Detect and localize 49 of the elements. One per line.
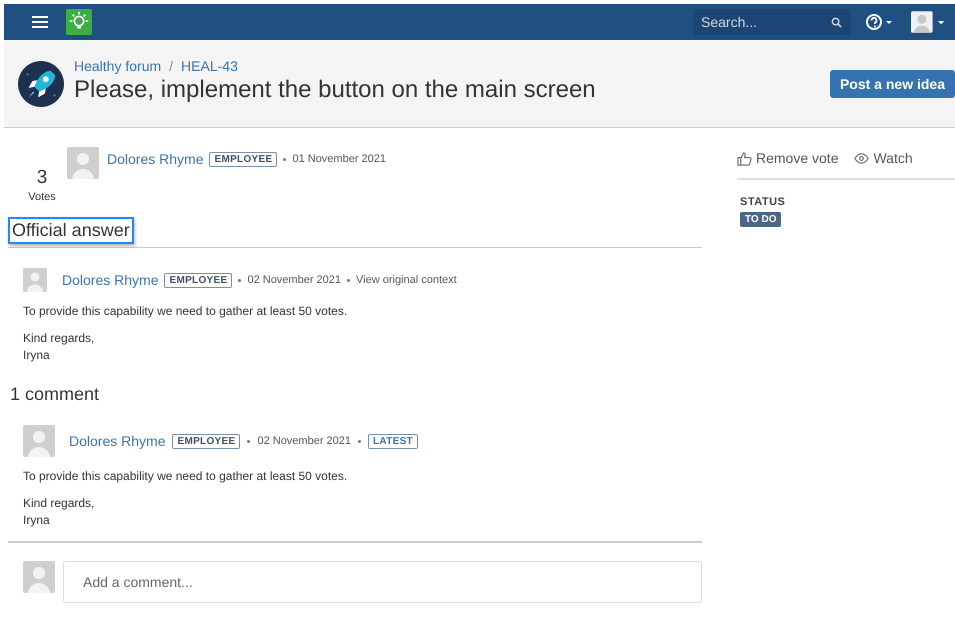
vote-count: 3 xyxy=(36,167,48,189)
comment-text: To provide this capability we need to gather at least 50 votes. xyxy=(23,468,348,485)
author-link[interactable]: Dolores Rhyme xyxy=(107,151,204,167)
menu-icon[interactable] xyxy=(32,15,48,29)
post-idea-button[interactable]: Post a new idea xyxy=(830,70,955,98)
employee-badge: EMPLOYEE xyxy=(209,152,278,166)
user-avatar-icon xyxy=(23,268,47,292)
post-date: 02 November 2021 xyxy=(247,274,342,286)
view-context-link[interactable]: View original context xyxy=(356,274,457,286)
votes-label: Votes xyxy=(28,191,56,203)
answer-text: Kind regards, xyxy=(23,330,96,347)
breadcrumb-link[interactable]: Healthy forum xyxy=(74,58,162,74)
user-avatar-icon xyxy=(67,147,99,179)
user-avatar-icon xyxy=(23,425,55,457)
bullet-separator xyxy=(358,440,362,442)
author-link[interactable]: Dolores Rhyme xyxy=(69,433,166,449)
bullet-separator xyxy=(283,158,286,160)
thumbs-up-icon xyxy=(737,150,752,166)
bullet-separator xyxy=(247,440,250,442)
eye-icon xyxy=(854,150,870,166)
latest-badge: LATEST xyxy=(368,434,418,448)
employee-badge: EMPLOYEE xyxy=(164,272,232,288)
official-answer-heading: Official answer xyxy=(8,217,134,244)
comment-text: Kind regards, xyxy=(23,495,96,512)
search-icon[interactable] xyxy=(831,17,842,28)
bullet-separator xyxy=(347,278,350,282)
breadcrumb-separator: / xyxy=(169,58,174,74)
post-date: 01 November 2021 xyxy=(292,153,386,165)
user-avatar-dropdown-icon[interactable] xyxy=(911,11,947,33)
comment-date: 02 November 2021 xyxy=(257,435,352,447)
comments-heading: 1 comment xyxy=(10,384,100,405)
comment-text: Iryna xyxy=(23,512,51,529)
answer-text: To provide this capability we need to gather at least 50 votes. xyxy=(23,303,348,320)
rocket-avatar-icon xyxy=(18,60,64,106)
comment-field[interactable]: Add a comment... xyxy=(63,561,702,603)
bullet-separator xyxy=(238,278,242,282)
breadcrumb-link[interactable]: HEAL-43 xyxy=(181,58,238,74)
lightbulb-logo-icon[interactable] xyxy=(66,9,92,35)
employee-badge: EMPLOYEE xyxy=(172,434,240,448)
watch-link[interactable]: Watch xyxy=(854,150,913,166)
author-link[interactable]: Dolores Rhyme xyxy=(62,272,158,288)
status-lozenge: TO DO xyxy=(740,212,782,227)
search-field[interactable]: Search... xyxy=(693,9,851,35)
remove-vote-link[interactable]: Remove vote xyxy=(737,150,838,166)
page-title: Please, implement the button on the main screen xyxy=(74,76,597,104)
answer-text: Iryna xyxy=(23,347,51,364)
user-avatar-icon xyxy=(23,561,55,593)
status-label: STATUS xyxy=(739,196,786,208)
help-dropdown-icon[interactable] xyxy=(865,13,895,31)
